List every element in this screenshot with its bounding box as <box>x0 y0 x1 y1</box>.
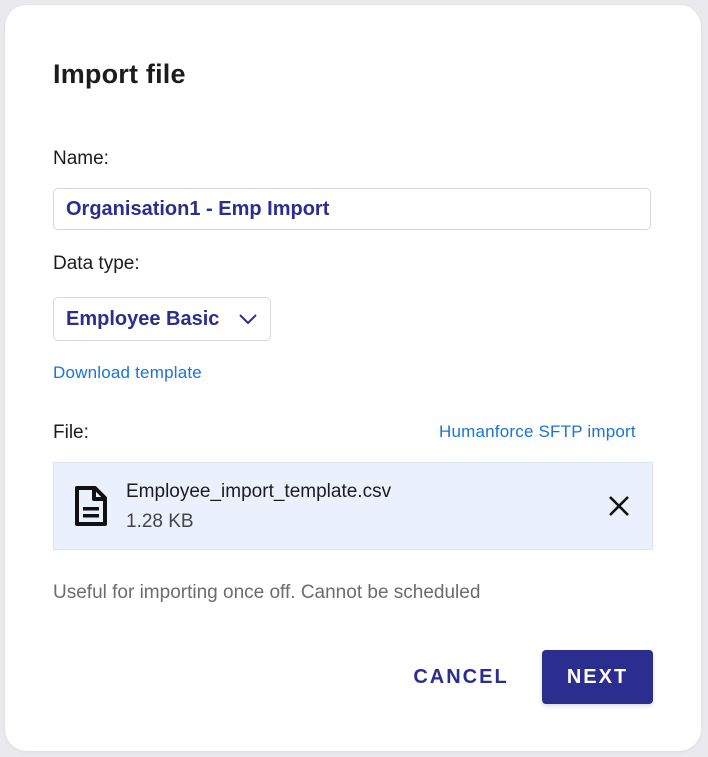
download-template-link[interactable]: Download template <box>53 363 202 383</box>
document-icon <box>74 485 108 527</box>
close-icon <box>609 496 629 516</box>
cancel-button[interactable]: CANCEL <box>401 650 521 704</box>
file-name: Employee_import_template.csv <box>126 481 392 502</box>
dialog-title: Import file <box>53 59 186 89</box>
data-type-select[interactable]: Employee Basic <box>53 297 271 341</box>
next-button[interactable]: NEXT <box>542 650 653 704</box>
sftp-import-link[interactable]: Humanforce SFTP import <box>439 422 636 442</box>
name-input[interactable] <box>53 188 651 230</box>
data-type-label: Data type: <box>53 253 140 274</box>
file-label: File: <box>53 422 89 443</box>
help-text: Useful for importing once off. Cannot be… <box>53 582 481 603</box>
import-file-dialog: Import file Name: Data type: Employee Ba… <box>5 5 701 751</box>
remove-file-button[interactable] <box>604 491 634 521</box>
file-size: 1.28 KB <box>126 511 194 532</box>
chevron-down-icon <box>238 309 258 329</box>
name-label: Name: <box>53 148 109 169</box>
data-type-selected-value: Employee Basic <box>66 307 220 330</box>
selected-file-card: Employee_import_template.csv 1.28 KB <box>53 462 653 550</box>
